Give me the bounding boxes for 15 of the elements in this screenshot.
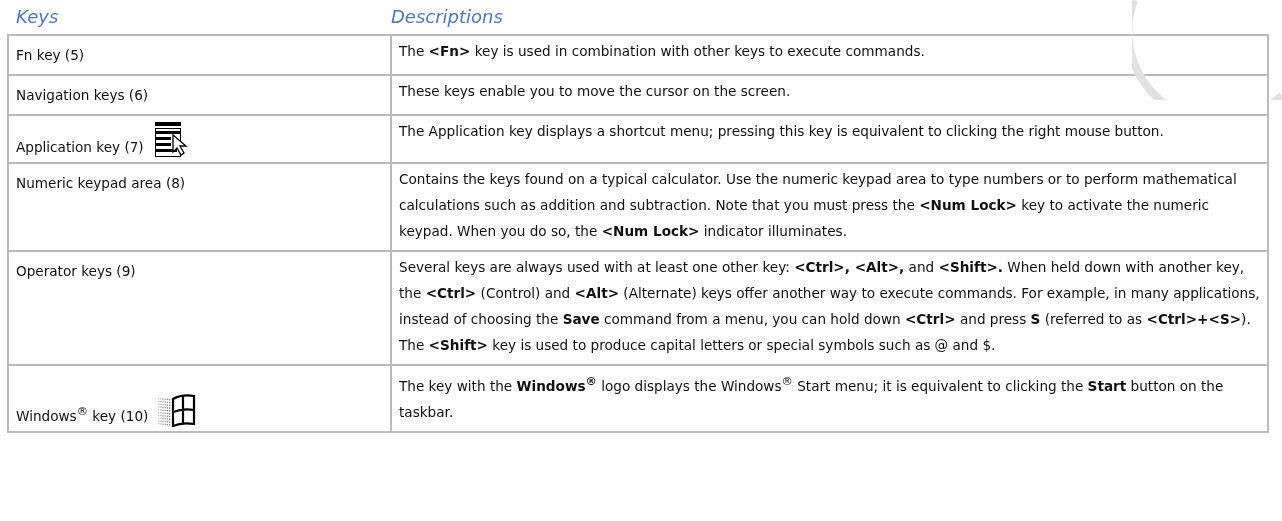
- key-name: Operator keys (9): [16, 262, 136, 281]
- key-name: Navigation keys (6): [16, 86, 149, 105]
- windows-logo-icon: [158, 392, 197, 427]
- key-description: The <Fn> key is used in combination with other keys to execute commands.: [399, 42, 926, 61]
- column-header: Keys: [16, 6, 60, 29]
- key-description: The key with the Windows$^{®}$ logo displays the Windows$^{®}$ Start menu; it is equivalent to clicking the Start button on the taskbar.: [399, 373, 1225, 422]
- key-description: These keys enable you to move the cursor on the screen.: [399, 82, 792, 101]
- key-name: Fn key (5): [16, 46, 85, 65]
- key-description: Contains the keys found on a typical calculator. Use the numeric keypad area to type numbers or to perform mathematical calculations such as addition and subtraction. Note that you must press the <Num Lock> key to activate the numeric keypad. When you do so, the <Num Lock> indicator illuminates.: [399, 170, 1238, 241]
- key-name: Numeric keypad area (8): [16, 174, 186, 193]
- column-header: Descriptions: [391, 6, 503, 29]
- key-description: The Application key displays a shortcut menu; pressing this key is equivalent to clicking the right mouse button.: [399, 122, 1165, 141]
- key-description: Several keys are always used with at least one other key: <Ctrl>, <Alt>, and <Shift>. When held down with another key, the <Ctrl> (Control) and <Alt> (Alternate) keys offer another way to execute commands. For example, in many applications, instead of choosing the Save command from a menu, you can hold down <Ctrl> and press S (referred to as <Ctrl>+<S>). The <Shift> key is used to produce capital letters or special symbols such as @ and $.: [399, 258, 1261, 355]
- key-name: Application key (7): [16, 138, 144, 157]
- key-name: Windows$^{®}$ key (10): [16, 403, 149, 426]
